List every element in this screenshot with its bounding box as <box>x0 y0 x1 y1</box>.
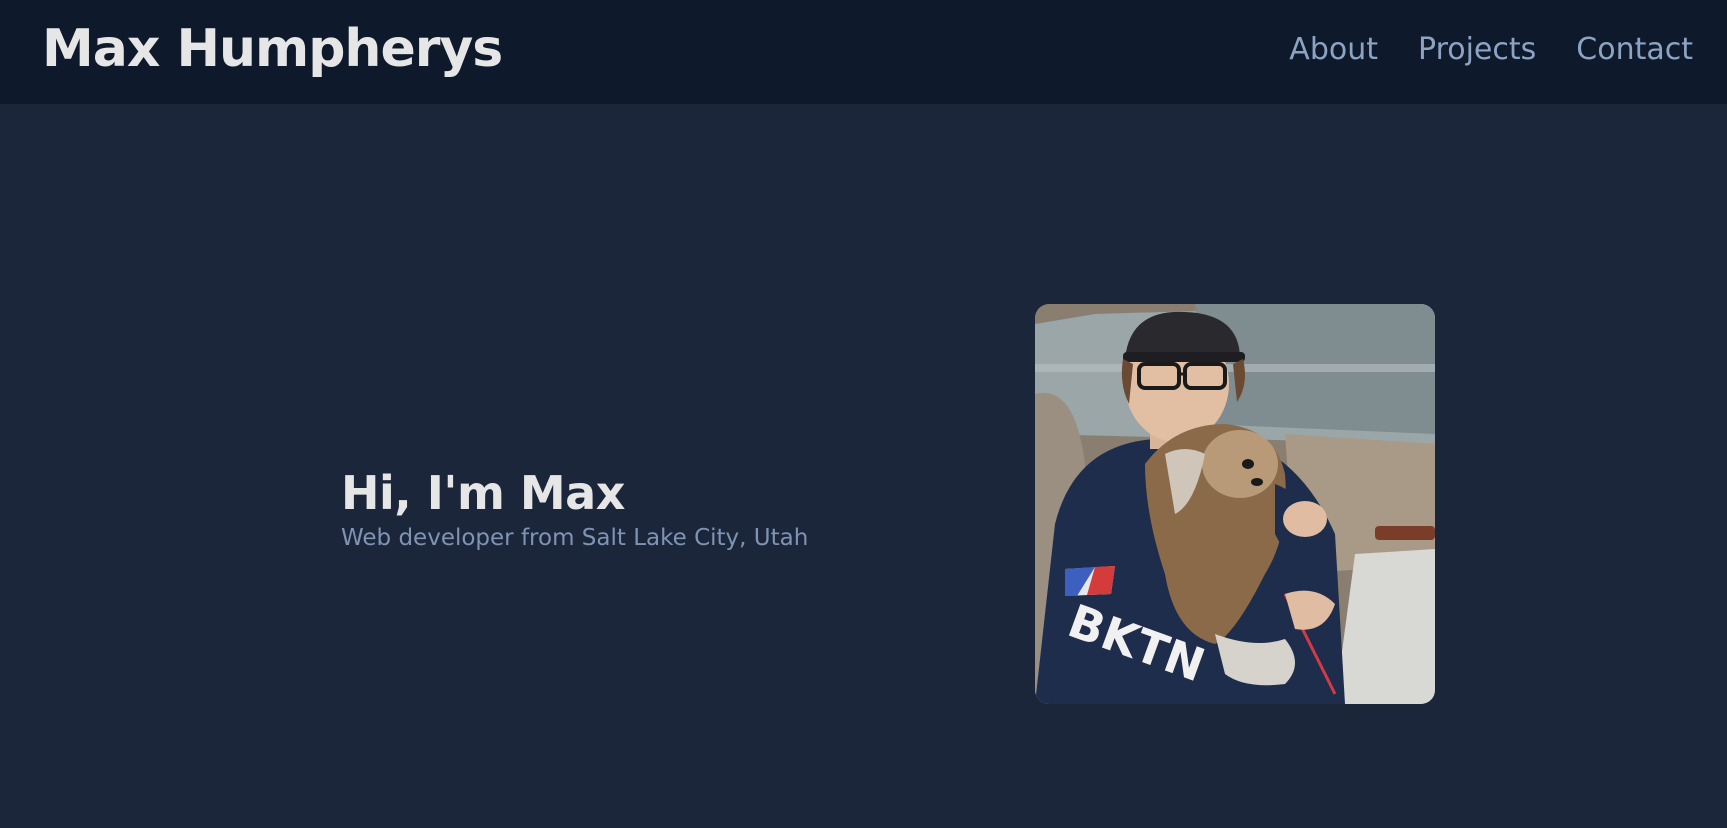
nav-link-contact[interactable]: Contact <box>1576 32 1693 67</box>
site-title[interactable]: Max Humpherys <box>42 19 503 79</box>
hero-text: Hi, I'm Max Web developer from Salt Lake… <box>341 468 808 551</box>
nav-link-projects[interactable]: Projects <box>1418 32 1536 67</box>
hero-heading: Hi, I'm Max <box>341 466 625 520</box>
nav-links: About Projects Contact <box>1289 32 1693 67</box>
hero-subtitle: Web developer from Salt Lake City, Utah <box>341 524 809 551</box>
nav-link-about[interactable]: About <box>1289 32 1378 67</box>
hero-section: Hi, I'm Max Web developer from Salt Lake… <box>0 104 1727 828</box>
profile-photo: BKTN <box>1035 304 1435 704</box>
navbar: Max Humpherys About Projects Contact <box>0 0 1727 104</box>
